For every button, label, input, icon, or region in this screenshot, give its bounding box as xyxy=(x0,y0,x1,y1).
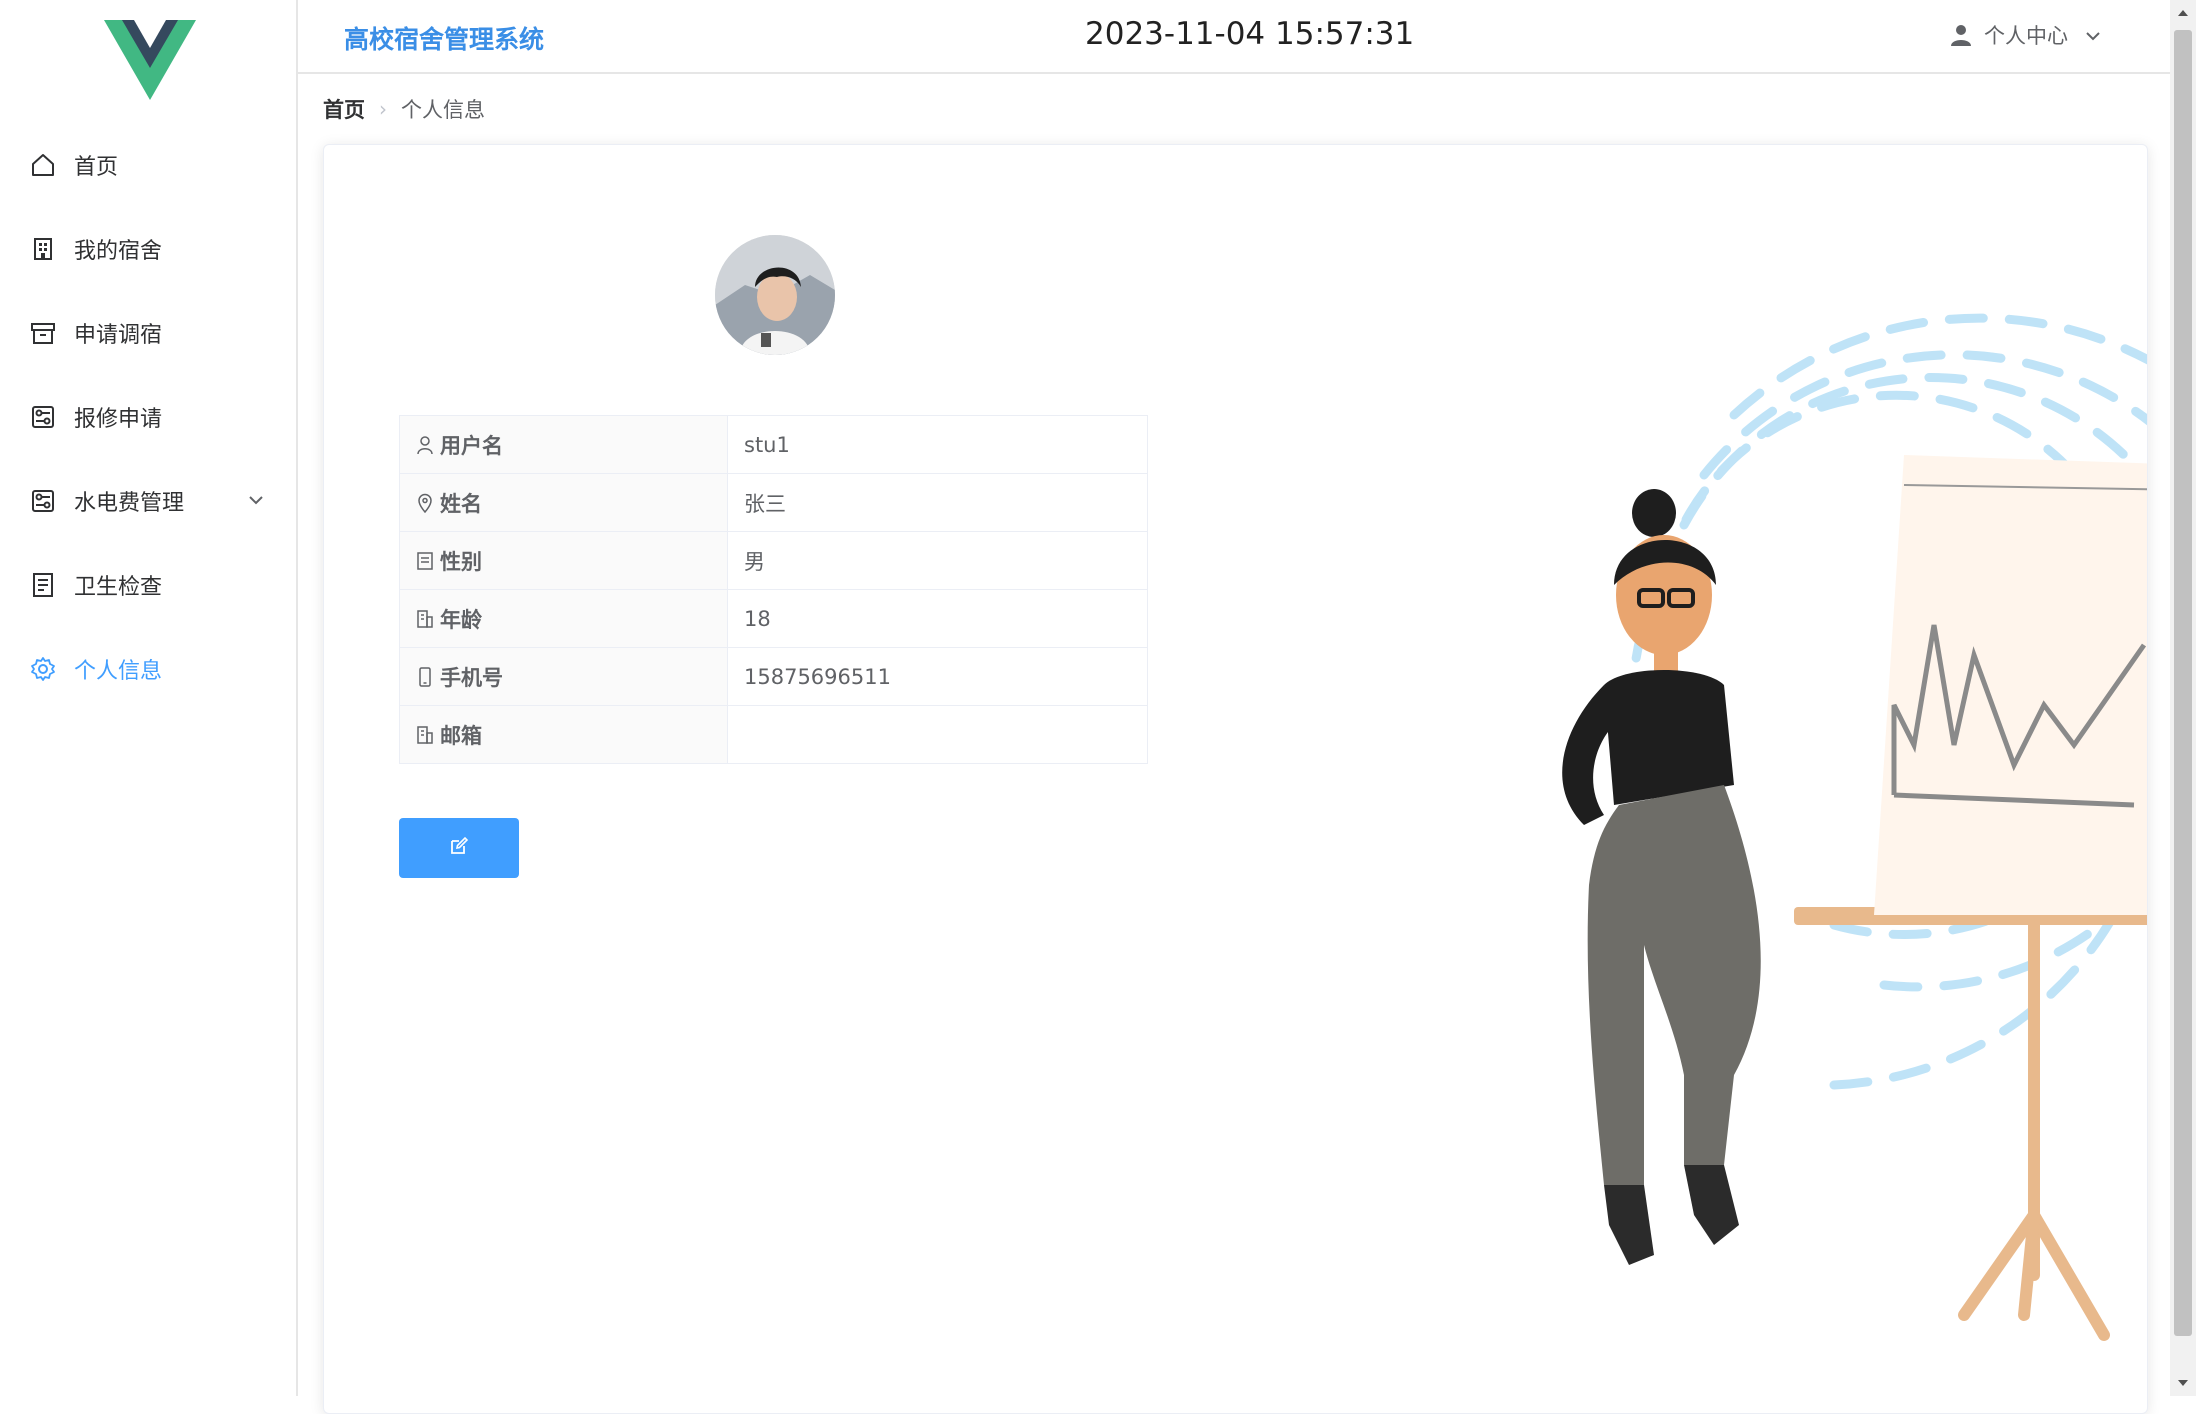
office-building-icon xyxy=(416,609,434,629)
user-center-dropdown[interactable]: 个人中心 xyxy=(1948,20,2102,50)
vertical-scrollbar[interactable] xyxy=(2170,0,2196,1396)
profile-card: 用户名 stu1 姓名 张三 性别 男 年龄 18 手机号 1587569651… xyxy=(323,144,2148,1414)
field-label-cell: 性别 xyxy=(399,531,728,590)
scroll-up-arrow-icon[interactable] xyxy=(2170,0,2196,26)
document-icon xyxy=(30,572,56,598)
home-icon xyxy=(30,152,56,178)
sidebar-item-utilities[interactable]: 水电费管理 xyxy=(0,459,296,543)
sidebar-item-label: 我的宿舍 xyxy=(74,239,163,264)
field-value xyxy=(727,705,1148,764)
sidebar-item-label: 卫生检查 xyxy=(74,575,163,600)
system-title: 高校宿舍管理系统 xyxy=(344,25,545,54)
gear-icon xyxy=(30,656,56,682)
field-label: 姓名 xyxy=(440,491,482,516)
field-label: 用户名 xyxy=(440,433,503,458)
mobile-icon xyxy=(416,666,434,687)
user-center-label: 个人中心 xyxy=(1984,24,2068,48)
box-icon xyxy=(30,320,56,346)
field-label: 性别 xyxy=(440,549,482,574)
table-row: 姓名 张三 xyxy=(399,473,1148,532)
field-label: 邮箱 xyxy=(440,723,482,748)
sidebar-item-repair[interactable]: 报修申请 xyxy=(0,375,296,459)
field-value: stu1 xyxy=(727,415,1148,474)
field-value: 张三 xyxy=(727,473,1148,532)
field-label-cell: 年龄 xyxy=(399,589,728,648)
table-row: 邮箱 xyxy=(399,705,1148,764)
field-label: 手机号 xyxy=(440,665,503,690)
edit-icon xyxy=(449,836,469,860)
sidebar-item-label: 水电费管理 xyxy=(74,491,185,516)
sidebar-menu: 首页 我的宿舍 申请调宿 报修申请 水电费管理 卫生检查 个人信息 xyxy=(0,123,296,711)
field-value: 男 xyxy=(727,531,1148,590)
top-header: 高校宿舍管理系统 2023-11-04 15:57:31 个人中心 xyxy=(298,0,2170,74)
table-row: 性别 男 xyxy=(399,531,1148,590)
datetime-display: 2023-11-04 15:57:31 xyxy=(1085,16,1415,52)
table-row: 用户名 stu1 xyxy=(399,415,1148,474)
tickets-icon xyxy=(416,551,434,571)
sidebar-item-my-dorm[interactable]: 我的宿舍 xyxy=(0,207,296,291)
field-label-cell: 手机号 xyxy=(399,647,728,706)
sidebar: 首页 我的宿舍 申请调宿 报修申请 水电费管理 卫生检查 个人信息 xyxy=(0,0,298,1396)
chevron-down-icon xyxy=(2084,26,2102,44)
sidebar-item-label: 报修申请 xyxy=(74,407,163,432)
field-label-cell: 姓名 xyxy=(399,473,728,532)
scrollbar-thumb[interactable] xyxy=(2174,30,2192,1336)
chevron-down-icon xyxy=(246,490,266,510)
decorative-illustration xyxy=(1454,225,2147,1385)
tools-icon xyxy=(30,488,56,514)
sidebar-item-label: 个人信息 xyxy=(74,659,163,684)
field-label: 年龄 xyxy=(440,607,482,632)
field-label-cell: 用户名 xyxy=(399,415,728,474)
sidebar-item-profile[interactable]: 个人信息 xyxy=(0,627,296,711)
field-label-cell: 邮箱 xyxy=(399,705,728,764)
field-value: 15875696511 xyxy=(727,647,1148,706)
building-icon xyxy=(30,236,56,262)
office-building-icon xyxy=(416,725,434,745)
tools-icon xyxy=(30,404,56,430)
chevron-right-icon: › xyxy=(379,97,387,121)
breadcrumb-home[interactable]: 首页 xyxy=(323,94,365,124)
sidebar-item-label: 申请调宿 xyxy=(74,323,163,348)
user-icon xyxy=(416,435,434,455)
sidebar-item-label: 首页 xyxy=(74,155,119,180)
sidebar-item-hygiene[interactable]: 卫生检查 xyxy=(0,543,296,627)
avatar xyxy=(715,235,835,355)
vue-logo xyxy=(104,20,196,102)
sidebar-item-dorm-change[interactable]: 申请调宿 xyxy=(0,291,296,375)
field-value: 18 xyxy=(727,589,1148,648)
table-row: 手机号 15875696511 xyxy=(399,647,1148,706)
user-icon xyxy=(1948,22,1974,48)
breadcrumb-current: 个人信息 xyxy=(401,98,485,122)
scroll-down-arrow-icon[interactable] xyxy=(2170,1370,2196,1396)
location-icon xyxy=(416,493,434,513)
profile-info-table: 用户名 stu1 姓名 张三 性别 男 年龄 18 手机号 1587569651… xyxy=(399,415,1148,764)
edit-profile-button[interactable] xyxy=(399,818,519,878)
table-row: 年龄 18 xyxy=(399,589,1148,648)
breadcrumb: 首页 › 个人信息 xyxy=(323,94,485,124)
sidebar-item-home[interactable]: 首页 xyxy=(0,123,296,207)
